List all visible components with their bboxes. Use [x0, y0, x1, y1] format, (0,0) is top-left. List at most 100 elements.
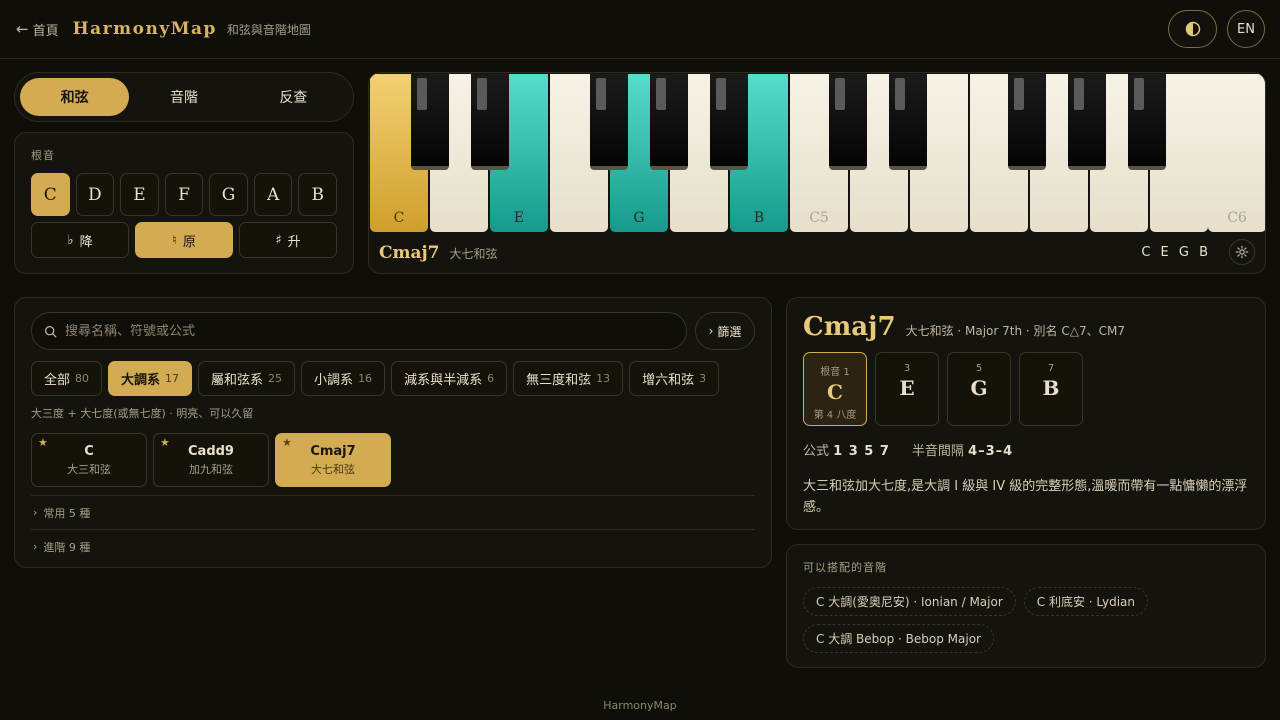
key-label: B — [753, 210, 765, 226]
category-count: 13 — [596, 372, 611, 385]
category-tab-no-third[interactable]: 無三度和弦 13 — [513, 361, 624, 396]
filter-button[interactable]: › 篩選 — [695, 312, 755, 350]
category-tabs: 全部 80 大調系 17 屬和弦系 25 小調系 16 減系與半減系 6 無三度和弦 13 … — [31, 361, 755, 396]
filter-label: 篩選 — [717, 324, 742, 339]
chord-card-cadd9[interactable]: ★ Cadd9 加九和弦 — [153, 433, 269, 487]
black-key[interactable] — [1068, 74, 1106, 170]
scale-pill-bebop-major[interactable]: C 大調 Bebop · Bebop Major — [803, 624, 994, 653]
category-label: 屬和弦系 — [211, 373, 264, 388]
piano-panel: C E G B C5 C6 Cmaj7 大七和弦 C E G B — [368, 72, 1266, 274]
scale-pill-ionian[interactable]: C 大調(愛奧尼安) · Ionian / Major — [803, 587, 1016, 616]
tab-scales[interactable]: 音階 — [129, 78, 238, 116]
category-tab-major[interactable]: 大調系 17 — [108, 361, 193, 396]
black-key[interactable] — [650, 74, 688, 170]
root-label: 根音 — [31, 149, 55, 162]
root-note-a[interactable]: A — [253, 173, 293, 216]
category-count: 17 — [165, 372, 180, 385]
back-home-link[interactable]: ← 首頁 — [16, 20, 59, 39]
category-tab-minor[interactable]: 小調系 16 — [301, 361, 386, 396]
category-tab-augmented-sixth[interactable]: 增六和弦 3 — [629, 361, 720, 396]
tone-card-fifth[interactable]: 5 G — [947, 352, 1011, 426]
back-home-label: 首頁 — [32, 23, 59, 39]
root-note-e[interactable]: E — [120, 173, 159, 216]
search-input[interactable] — [65, 323, 665, 339]
collapse-label: 常用 5 種 — [43, 506, 91, 520]
tone-note: B — [1042, 376, 1060, 400]
tab-reverse-lookup[interactable]: 反查 — [239, 78, 348, 116]
black-key[interactable] — [590, 74, 628, 170]
piano-footer: Cmaj7 大七和弦 C E G B — [369, 233, 1265, 273]
interval-value: 4–3–4 — [968, 444, 1014, 459]
chord-card-cmaj7[interactable]: ★ Cmaj7 大七和弦 — [275, 433, 391, 487]
theme-toggle-button[interactable] — [1168, 10, 1217, 48]
category-count: 16 — [358, 372, 373, 385]
chord-card-desc: 大七和弦 — [311, 462, 355, 476]
category-label: 減系與半減系 — [404, 373, 483, 388]
chord-tones: 根音 1 C 第 4 八度 3 E 5 G 7 B — [803, 352, 1249, 426]
black-key[interactable] — [411, 74, 449, 170]
black-key[interactable] — [1008, 74, 1046, 170]
current-chord-desc: 大七和弦 — [449, 246, 498, 261]
category-label: 大調系 — [121, 373, 161, 388]
intervals: 半音間隔 4–3–4 — [912, 440, 1013, 459]
collapse-common[interactable]: › 常用 5 種 — [31, 495, 755, 529]
tone-note: E — [899, 376, 915, 400]
natural-icon: ♮ — [172, 232, 177, 248]
star-icon: ★ — [160, 436, 170, 449]
tone-card-seventh[interactable]: 7 B — [1019, 352, 1083, 426]
root-note-c[interactable]: C — [31, 173, 70, 216]
collapse-advanced[interactable]: › 進階 9 種 — [31, 529, 755, 563]
black-key[interactable] — [889, 74, 927, 170]
category-label: 無三度和弦 — [526, 373, 592, 388]
white-key[interactable]: C6 — [1208, 74, 1265, 232]
sharp-label: 升 — [287, 234, 301, 250]
flat-button[interactable]: ♭ 降 — [31, 222, 129, 258]
gear-icon — [1235, 245, 1249, 259]
key-label: E — [513, 210, 525, 226]
natural-label: 原 — [182, 234, 196, 250]
brand-subtitle: 和弦與音階地圖 — [226, 22, 311, 37]
category-tab-all[interactable]: 全部 80 — [31, 361, 103, 396]
key-label: C6 — [1227, 210, 1247, 226]
black-key[interactable] — [710, 74, 748, 170]
key-label: C — [393, 210, 405, 226]
chord-card-c[interactable]: ★ C 大三和弦 — [31, 433, 147, 487]
natural-button[interactable]: ♮ 原 — [135, 222, 233, 258]
root-note-f[interactable]: F — [164, 173, 204, 216]
chord-card-name: Cmaj7 — [310, 443, 356, 459]
piano-keyboard: C E G B C5 C6 — [370, 74, 1265, 232]
tab-chords[interactable]: 和弦 — [20, 78, 130, 116]
black-key[interactable] — [829, 74, 867, 170]
root-note-g[interactable]: G — [209, 173, 248, 216]
mode-tabs: 和弦 音階 反查 — [14, 72, 354, 122]
root-note-d[interactable]: D — [75, 173, 115, 216]
tone-card-third[interactable]: 3 E — [875, 352, 939, 426]
sharp-icon: ♯ — [275, 232, 282, 248]
category-tab-diminished[interactable]: 減系與半減系 6 — [391, 361, 508, 396]
chord-notes-text: C E G B — [1141, 245, 1211, 260]
compatible-scales-panel: 可以搭配的音階 C 大調(愛奧尼安) · Ionian / Major C 利底… — [786, 544, 1266, 668]
detail-chord-name: Cmaj7 — [803, 312, 896, 342]
category-label: 增六和弦 — [642, 373, 695, 388]
scale-pill-lydian[interactable]: C 利底安 · Lydian — [1023, 587, 1149, 616]
sharp-button[interactable]: ♯ 升 — [239, 222, 337, 258]
tone-card-root[interactable]: 根音 1 C 第 4 八度 — [803, 352, 867, 426]
tone-degree: 根音 1 — [820, 367, 850, 378]
category-count: 6 — [487, 372, 495, 385]
interval-label: 半音間隔 — [911, 444, 964, 459]
tone-degree: 5 — [975, 363, 983, 374]
root-note-b[interactable]: B — [298, 173, 338, 216]
detail-chord-meta: 大七和弦 · Major 7th · 別名 C△7、CM7 — [905, 324, 1125, 338]
star-icon: ★ — [38, 436, 48, 449]
piano-settings-button[interactable] — [1229, 239, 1255, 265]
category-count: 80 — [75, 372, 90, 385]
formula-value: 1 3 5 7 — [833, 444, 890, 459]
page-footer: HarmonyMap — [603, 699, 677, 712]
black-key[interactable] — [471, 74, 509, 170]
tone-degree: 3 — [903, 363, 911, 374]
black-key[interactable] — [1128, 74, 1166, 170]
category-tab-dominant[interactable]: 屬和弦系 25 — [198, 361, 296, 396]
root-note-panel: 根音 C D E F G A B ♭ 降 ♮ 原 ♯ 升 — [14, 132, 354, 274]
language-toggle-button[interactable]: EN — [1227, 10, 1265, 48]
tone-octave: 第 4 八度 — [813, 410, 857, 421]
